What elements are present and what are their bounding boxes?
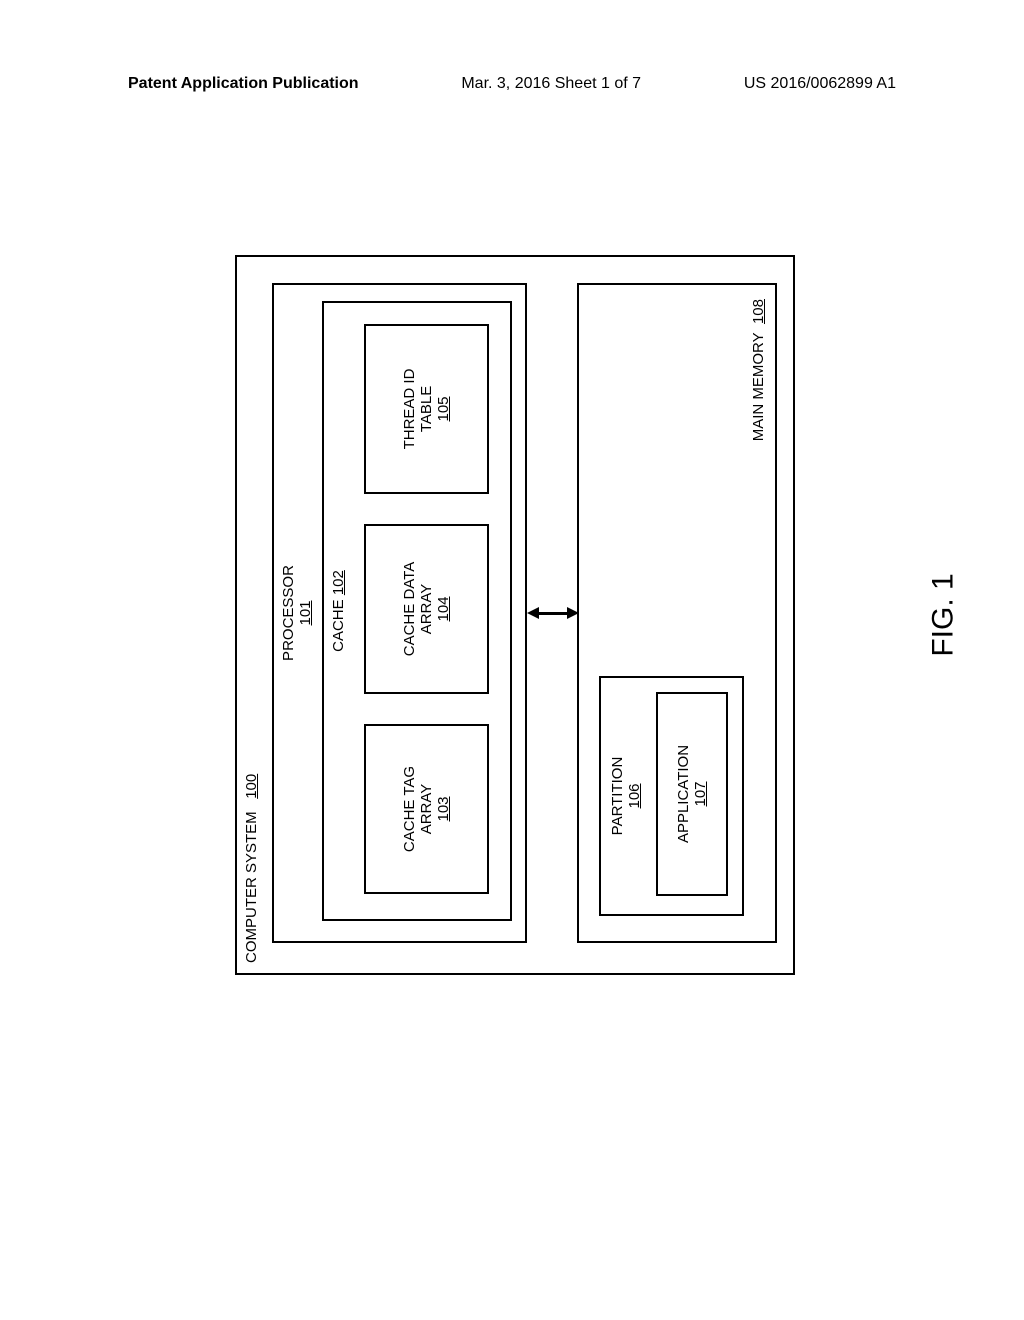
application-label-text: APPLICATION: [675, 745, 692, 843]
diagram-rotated-container: COMPUTER SYSTEM 100 PROCESSOR 101 CACHE …: [235, 255, 795, 975]
main-memory-label-row: MAIN MEMORY 108: [750, 299, 767, 441]
cache-data-array-label2: ARRAY: [418, 584, 435, 635]
page-header: Patent Application Publication Mar. 3, 2…: [0, 75, 1024, 93]
main-memory-label-text: MAIN MEMORY: [750, 332, 767, 441]
processor-box: PROCESSOR 101 CACHE 102 CACHE TAG ARRAY …: [272, 283, 527, 943]
cache-box: CACHE 102 CACHE TAG ARRAY 103 CACHE DATA…: [322, 301, 512, 921]
processor-label-text: PROCESSOR: [280, 285, 297, 941]
main-memory-ref: 108: [750, 299, 767, 324]
partition-label-row: PARTITION 106: [609, 678, 644, 914]
cache-tag-array-label2: ARRAY: [418, 784, 435, 835]
main-memory-box: MAIN MEMORY 108 PARTITION 106 APPLICATIO…: [577, 283, 777, 943]
cache-label-row: CACHE 102: [330, 303, 347, 919]
computer-system-ref: 100: [243, 774, 260, 799]
header-pubnumber: US 2016/0062899 A1: [744, 75, 896, 93]
processor-ref: 101: [297, 285, 314, 941]
header-date-sheet: Mar. 3, 2016 Sheet 1 of 7: [461, 75, 641, 93]
computer-system-label-text: COMPUTER SYSTEM: [243, 811, 260, 963]
application-box: APPLICATION 107: [656, 692, 728, 896]
processor-label-row: PROCESSOR 101: [280, 285, 315, 941]
partition-box: PARTITION 106 APPLICATION 107: [599, 676, 744, 916]
cache-label-text: CACHE: [330, 599, 347, 652]
arrow-line-icon: [537, 612, 569, 615]
cache-ref: 102: [330, 570, 347, 595]
cache-tag-array-label1: CACHE TAG: [401, 766, 418, 852]
cache-tag-array-ref: 103: [435, 796, 452, 821]
arrow-head-down-icon: [567, 608, 579, 620]
cache-data-array-ref: 104: [435, 596, 452, 621]
figure-caption: FIG. 1: [926, 573, 960, 656]
thread-id-table-ref: 105: [435, 396, 452, 421]
header-publication: Patent Application Publication: [128, 75, 359, 93]
thread-id-table-label2: TABLE: [418, 386, 435, 432]
cache-data-array-label1: CACHE DATA: [401, 562, 418, 656]
arrow-head-up-icon: [527, 608, 539, 620]
computer-system-label: COMPUTER SYSTEM 100: [243, 774, 260, 963]
figure-area: COMPUTER SYSTEM 100 PROCESSOR 101 CACHE …: [125, 245, 905, 985]
cache-data-array-box: CACHE DATA ARRAY 104: [364, 524, 489, 694]
partition-label-text: PARTITION: [609, 678, 626, 914]
partition-ref: 106: [626, 678, 643, 914]
application-ref: 107: [692, 781, 709, 806]
cache-tag-array-box: CACHE TAG ARRAY 103: [364, 724, 489, 894]
computer-system-box: COMPUTER SYSTEM 100 PROCESSOR 101 CACHE …: [235, 255, 795, 975]
thread-id-table-box: THREAD ID TABLE 105: [364, 324, 489, 494]
thread-id-table-label1: THREAD ID: [401, 369, 418, 450]
